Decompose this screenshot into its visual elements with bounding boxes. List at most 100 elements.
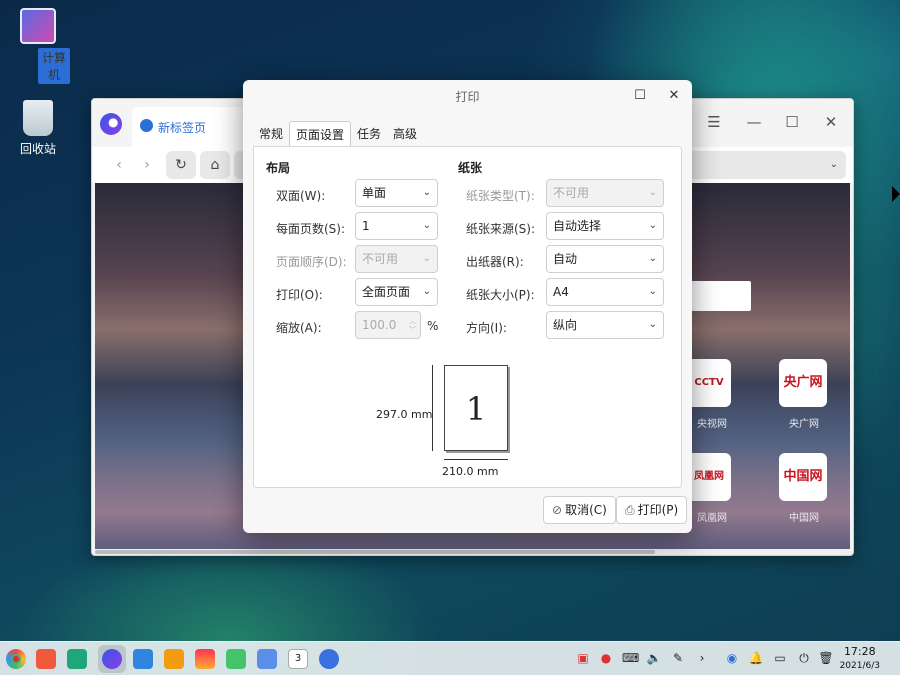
back-button[interactable]: ‹	[104, 151, 134, 179]
chevron-down-icon: ⌄	[648, 286, 657, 297]
paper-source-label: 纸张来源(S):	[466, 222, 536, 236]
scale-unit: %	[427, 319, 439, 333]
tab-job[interactable]: 任务	[351, 121, 387, 147]
cancel-button-label: 取消(C)	[565, 503, 607, 517]
horizontal-scrollbar[interactable]	[95, 549, 850, 555]
music-icon[interactable]	[226, 649, 246, 669]
tray-app-icon[interactable]: ●	[598, 650, 614, 666]
paper-source-select[interactable]: 自动选择 ⌄	[546, 212, 664, 240]
launcher-icon[interactable]	[6, 649, 26, 669]
dialog-tabs: 常规 页面设置 任务 高级	[253, 121, 423, 147]
scale-label: 缩放(A):	[276, 321, 322, 335]
clipboard-icon[interactable]: ▭	[772, 650, 788, 666]
home-button[interactable]: ⌂	[200, 151, 230, 179]
duplex-select[interactable]: 单面 ⌄	[355, 179, 438, 207]
image-viewer-icon[interactable]	[195, 649, 215, 669]
chevron-down-icon: ⌄	[829, 159, 838, 170]
chevron-down-icon: ⌄	[422, 187, 431, 198]
paper-size-select[interactable]: A4 ⌄	[546, 278, 664, 306]
print-pages-label: 打印(O):	[276, 288, 323, 302]
pages-per-sheet-select[interactable]: 1 ⌄	[355, 212, 438, 240]
chevron-right-icon[interactable]: ›	[694, 650, 710, 666]
paper-type-select: 不可用 ⌄	[546, 179, 664, 207]
browser-taskbar-icon[interactable]	[102, 649, 122, 669]
orientation-label: 方向(I):	[466, 321, 507, 335]
scale-spinbox: 100.0 ︿ ﹀	[355, 311, 421, 339]
orientation-select[interactable]: 纵向 ⌄	[546, 311, 664, 339]
chevron-up-icon: ︿	[409, 317, 416, 325]
select-value: 自动	[553, 252, 578, 266]
print-dialog: 打印 ☐ ✕ 常规 页面设置 任务 高级 布局 双面(W): 单面 ⌄ 每面页数…	[243, 80, 692, 533]
desktop-icon-computer[interactable]: 计算机	[6, 8, 70, 84]
multitask-view-icon[interactable]	[36, 649, 56, 669]
search-input[interactable]	[691, 281, 751, 311]
site-shortcut-china[interactable]: 中国网 中国网	[779, 453, 829, 524]
dialog-titlebar: 打印 ☐ ✕	[243, 80, 692, 112]
chevron-down-icon: ⌄	[422, 253, 431, 264]
site-tile: CCTV	[687, 359, 731, 407]
layout-heading: 布局	[266, 161, 291, 175]
close-button[interactable]: ✕	[819, 113, 843, 131]
site-shortcut-ifeng[interactable]: 凤凰网 凤凰网	[687, 453, 737, 524]
site-label: 央视网	[697, 419, 727, 430]
power-icon[interactable]: ⏻	[796, 650, 812, 666]
tab-page-setup[interactable]: 页面设置	[289, 121, 352, 147]
close-button[interactable]: ✕	[664, 86, 684, 106]
pen-icon[interactable]: ✎	[670, 650, 686, 666]
output-bin-label: 出纸器(R):	[466, 255, 524, 269]
document-viewer-icon[interactable]	[257, 649, 277, 669]
file-manager-icon[interactable]	[67, 649, 87, 669]
app-store-icon[interactable]	[133, 649, 153, 669]
site-shortcut-cnr[interactable]: 央广网 央广网	[779, 359, 829, 430]
select-value: 单面	[362, 186, 387, 200]
site-label: 中国网	[789, 513, 819, 524]
desktop-icon-label: 计算机	[38, 48, 70, 84]
keyboard-icon[interactable]: ⌨	[622, 650, 639, 666]
bell-icon[interactable]: 🔔	[748, 650, 764, 666]
page-order-select: 不可用 ⌄	[355, 245, 438, 273]
tab-general[interactable]: 常规	[253, 121, 289, 147]
cancel-button[interactable]: ⊘ 取消(C)	[543, 496, 616, 524]
clock[interactable]: 17:28 2021/6/3	[840, 645, 880, 673]
maximize-button[interactable]: ☐	[780, 113, 804, 131]
notification-app-icon[interactable]: ▣	[575, 650, 591, 666]
network-icon[interactable]: ◉	[724, 650, 740, 666]
site-tile: 中国网	[779, 453, 827, 501]
scrollbar-thumb[interactable]	[95, 550, 655, 554]
taskbar: 3 ▣ ● ⌨ 🔈 ✎ › ◉ 🔔 ▭ ⏻ 🗑 17:28 2021/6/3	[0, 641, 900, 675]
volume-icon[interactable]: 🔈	[646, 650, 662, 666]
tab-advanced[interactable]: 高级	[387, 121, 423, 147]
chevron-down-icon: ⌄	[648, 253, 657, 264]
clock-time: 17:28	[843, 645, 876, 658]
desktop-icon-trash[interactable]: 回收站	[6, 100, 70, 157]
mouse-cursor-icon	[892, 186, 900, 202]
select-value: 纵向	[553, 318, 578, 332]
minimize-button[interactable]: —	[742, 113, 766, 131]
reload-button[interactable]: ↻	[166, 151, 196, 179]
select-value: A4	[553, 285, 569, 299]
print-button[interactable]: ⎙ 打印(P)	[616, 496, 688, 524]
paper-size-label: 纸张大小(P):	[466, 288, 535, 302]
computer-icon	[20, 8, 56, 44]
spinbox-value: 100.0	[362, 318, 397, 332]
select-value: 1	[362, 219, 370, 233]
address-dropdown[interactable]: ⌄	[688, 151, 846, 179]
maximize-button[interactable]: ☐	[630, 86, 650, 106]
menu-icon[interactable]: ☰	[702, 113, 726, 131]
cancel-icon: ⊘	[552, 503, 563, 517]
output-bin-select[interactable]: 自动 ⌄	[546, 245, 664, 273]
chevron-down-icon: ﹀	[409, 326, 416, 334]
forward-button[interactable]: ›	[132, 151, 162, 179]
settings-gear-icon[interactable]	[319, 649, 339, 669]
page-setup-panel: 布局 双面(W): 单面 ⌄ 每面页数(S): 1 ⌄ 页面顺序(D): 不可用…	[253, 146, 682, 488]
tab-title: 新标签页	[158, 121, 207, 135]
site-tile: 凤凰网	[687, 453, 731, 501]
site-shortcut-cctv[interactable]: CCTV 央视网	[687, 359, 737, 430]
trash-tray-icon[interactable]: 🗑	[818, 650, 834, 666]
printer-icon: ⎙	[625, 503, 635, 517]
archive-manager-icon[interactable]	[164, 649, 184, 669]
desktop-icon-label: 回收站	[19, 142, 56, 156]
print-pages-select[interactable]: 全面页面 ⌄	[355, 278, 438, 306]
select-value: 全面页面	[362, 285, 411, 299]
calendar-icon[interactable]: 3	[288, 649, 308, 669]
